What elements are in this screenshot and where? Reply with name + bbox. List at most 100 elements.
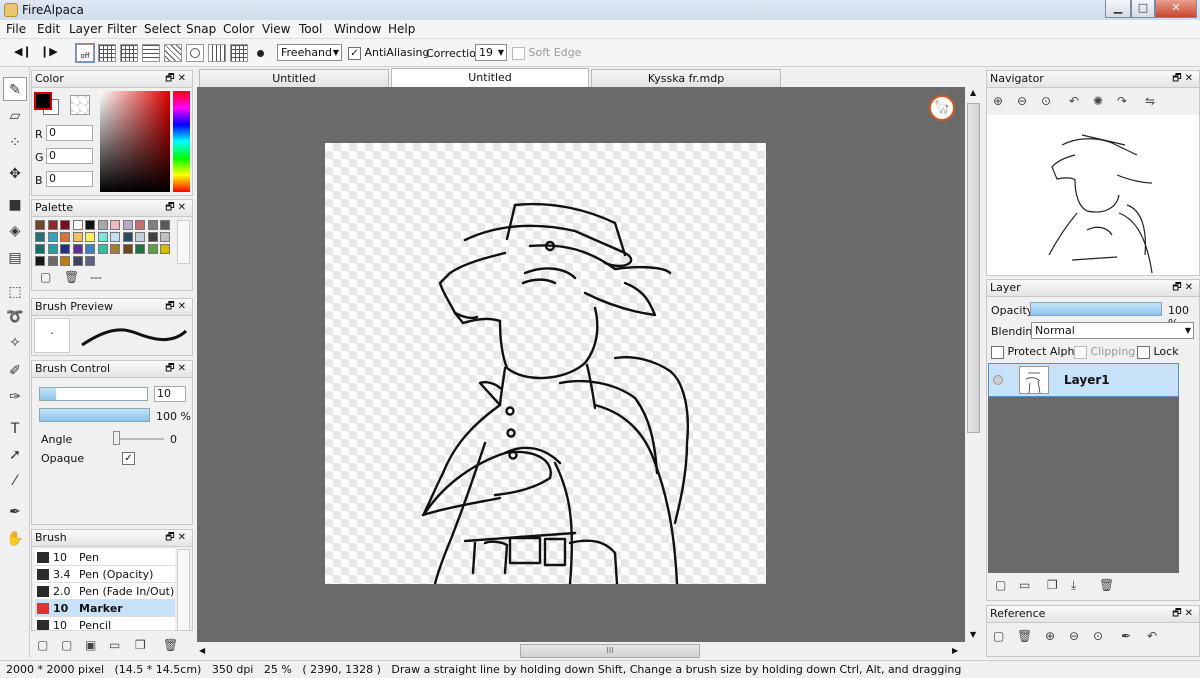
- vscroll-thumb[interactable]: [967, 103, 980, 433]
- trash-icon[interactable]: 🗑: [1099, 578, 1114, 592]
- script-brush-icon[interactable]: ▣: [85, 638, 96, 652]
- menu-window[interactable]: Window: [334, 22, 381, 36]
- gradient-tool-icon[interactable]: ▤: [3, 246, 27, 270]
- menu-color[interactable]: Color: [223, 22, 254, 36]
- brush-item-pen-fade[interactable]: 2.0 Pen (Fade In/Out): [35, 583, 175, 600]
- duplicate-brush-icon[interactable]: ❐: [135, 638, 146, 652]
- dot-tool-icon[interactable]: ⁘: [3, 131, 27, 155]
- protect-alpha-toggle[interactable]: Protect Alpha: [991, 345, 1081, 359]
- bucket-tool-icon[interactable]: ◈: [3, 219, 27, 243]
- palette-swatch[interactable]: [60, 220, 70, 230]
- drawing-canvas[interactable]: [325, 143, 766, 584]
- palette-swatch[interactable]: [47, 220, 58, 230]
- select-tool-icon[interactable]: ⬚: [3, 280, 27, 304]
- palette-swatch[interactable]: [35, 232, 45, 242]
- palette-swatch[interactable]: [47, 256, 58, 266]
- palette-swatch[interactable]: [47, 244, 58, 254]
- eraser-tool-icon[interactable]: ▱: [3, 104, 27, 128]
- hand-tool-icon[interactable]: ✋: [3, 527, 27, 551]
- lasso-tool-icon[interactable]: ➰: [3, 305, 27, 329]
- prev-icon[interactable]: ◀❙: [14, 45, 32, 58]
- scroll-right-icon[interactable]: ▶: [952, 646, 958, 655]
- palette-swatch[interactable]: [47, 232, 58, 242]
- maximize-button[interactable]: □: [1131, 0, 1155, 18]
- menu-tool[interactable]: Tool: [299, 22, 322, 36]
- merge-layer-icon[interactable]: ⤓: [1071, 578, 1076, 593]
- r-input[interactable]: 0: [46, 125, 93, 141]
- scroll-up-icon[interactable]: ▲: [970, 88, 976, 97]
- brush-item-pencil[interactable]: 10 Pencil: [35, 617, 175, 631]
- palette-swatch[interactable]: [85, 256, 95, 266]
- text-tool-icon[interactable]: T: [3, 417, 27, 441]
- layer-name[interactable]: Layer1: [1064, 373, 1110, 387]
- canvas-vertical-scrollbar[interactable]: ▲ ▼: [965, 87, 982, 642]
- panel-buttons[interactable]: 🗗✕: [1172, 606, 1196, 622]
- add-brush-icon[interactable]: ▢: [61, 638, 72, 652]
- g-input[interactable]: 0: [46, 148, 93, 164]
- new-brush-icon[interactable]: ▢: [37, 638, 48, 652]
- panel-buttons[interactable]: 🗗✕: [1172, 280, 1196, 296]
- menu-view[interactable]: View: [262, 22, 290, 36]
- soft-edge-toggle[interactable]: Soft Edge: [512, 46, 581, 60]
- close-button[interactable]: ✕: [1155, 0, 1197, 18]
- palette-swatch[interactable]: [85, 232, 95, 242]
- duplicate-layer-icon[interactable]: ❐: [1047, 578, 1058, 592]
- trash-icon[interactable]: 🗑: [163, 638, 178, 652]
- angle-slider-thumb[interactable]: [113, 431, 120, 445]
- zoom-out-icon[interactable]: ⊖: [1017, 94, 1027, 108]
- snap-radial-button[interactable]: [208, 44, 226, 62]
- layer-scrollbar[interactable]: [1180, 363, 1199, 573]
- snap-diagonal-button[interactable]: [164, 44, 182, 62]
- palette-swatch[interactable]: [35, 220, 45, 230]
- palette-swatch[interactable]: [135, 220, 145, 230]
- antialiasing-checkbox[interactable]: ✓: [348, 46, 361, 60]
- palette-swatch[interactable]: [147, 220, 158, 230]
- snap-circle-button[interactable]: [186, 44, 204, 62]
- transparent-color-swatch[interactable]: [70, 95, 90, 115]
- flip-icon[interactable]: ⇋: [1145, 94, 1155, 108]
- palette-swatch[interactable]: [60, 232, 70, 242]
- menu-layer[interactable]: Layer: [69, 22, 102, 36]
- palette-swatch[interactable]: [160, 220, 170, 230]
- snap-point-icon[interactable]: [257, 50, 264, 57]
- tab-untitled-2[interactable]: Untitled: [391, 68, 589, 87]
- tab-kysska[interactable]: Kysska fr.mdp: [591, 69, 781, 87]
- eyedropper-tool-icon[interactable]: ✒: [3, 500, 27, 524]
- panel-buttons[interactable]: 🗗✕: [165, 299, 189, 315]
- tab-untitled-1[interactable]: Untitled: [199, 69, 389, 87]
- visibility-icon[interactable]: [993, 375, 1003, 385]
- blending-select[interactable]: Normal ▼: [1031, 322, 1194, 339]
- palette-swatch[interactable]: [97, 220, 108, 230]
- next-icon[interactable]: ❙▶: [40, 45, 58, 58]
- hscroll-thumb[interactable]: III: [520, 644, 700, 658]
- palette-swatch[interactable]: [135, 232, 145, 242]
- palette-scrollbar[interactable]: [177, 220, 190, 264]
- menu-select[interactable]: Select: [144, 22, 181, 36]
- pen-tool-icon[interactable]: ✎: [3, 77, 27, 101]
- panel-buttons[interactable]: 🗗✕: [1172, 71, 1196, 87]
- rotate-reset-icon[interactable]: ✺: [1093, 94, 1103, 108]
- layer-row[interactable]: Layer1: [988, 363, 1179, 397]
- new-layer-icon[interactable]: ▢: [995, 578, 1006, 592]
- scroll-down-icon[interactable]: ▼: [970, 630, 976, 639]
- mode-select[interactable]: Freehand ▼: [277, 44, 342, 61]
- antialiasing-toggle[interactable]: ✓ AntiAliasing: [348, 46, 430, 60]
- fill-tool-icon[interactable]: ■: [3, 193, 27, 217]
- palette-swatch[interactable]: [85, 220, 95, 230]
- new-folder-icon[interactable]: ▭: [1019, 578, 1030, 592]
- palette-swatch[interactable]: [122, 220, 133, 230]
- snap-curve-button[interactable]: [230, 44, 248, 62]
- open-reference-icon[interactable]: ▢: [993, 629, 1004, 643]
- alpaca-mascot-icon[interactable]: 🦙: [929, 95, 955, 121]
- scroll-left-icon[interactable]: ◀: [199, 646, 205, 655]
- minimize-button[interactable]: ▁: [1105, 0, 1131, 18]
- palette-swatch[interactable]: [160, 244, 170, 254]
- rotate-left-icon[interactable]: ↶: [1147, 629, 1157, 643]
- palette-swatch[interactable]: [60, 244, 70, 254]
- palette-swatch[interactable]: [147, 244, 158, 254]
- snap-parallel-button[interactable]: [142, 44, 160, 62]
- palette-swatch[interactable]: [85, 244, 95, 254]
- zoom-in-icon[interactable]: ⊕: [993, 94, 1003, 108]
- snap-grid-button[interactable]: [98, 44, 116, 62]
- brush-item-pen-opacity[interactable]: 3.4 Pen (Opacity): [35, 566, 175, 583]
